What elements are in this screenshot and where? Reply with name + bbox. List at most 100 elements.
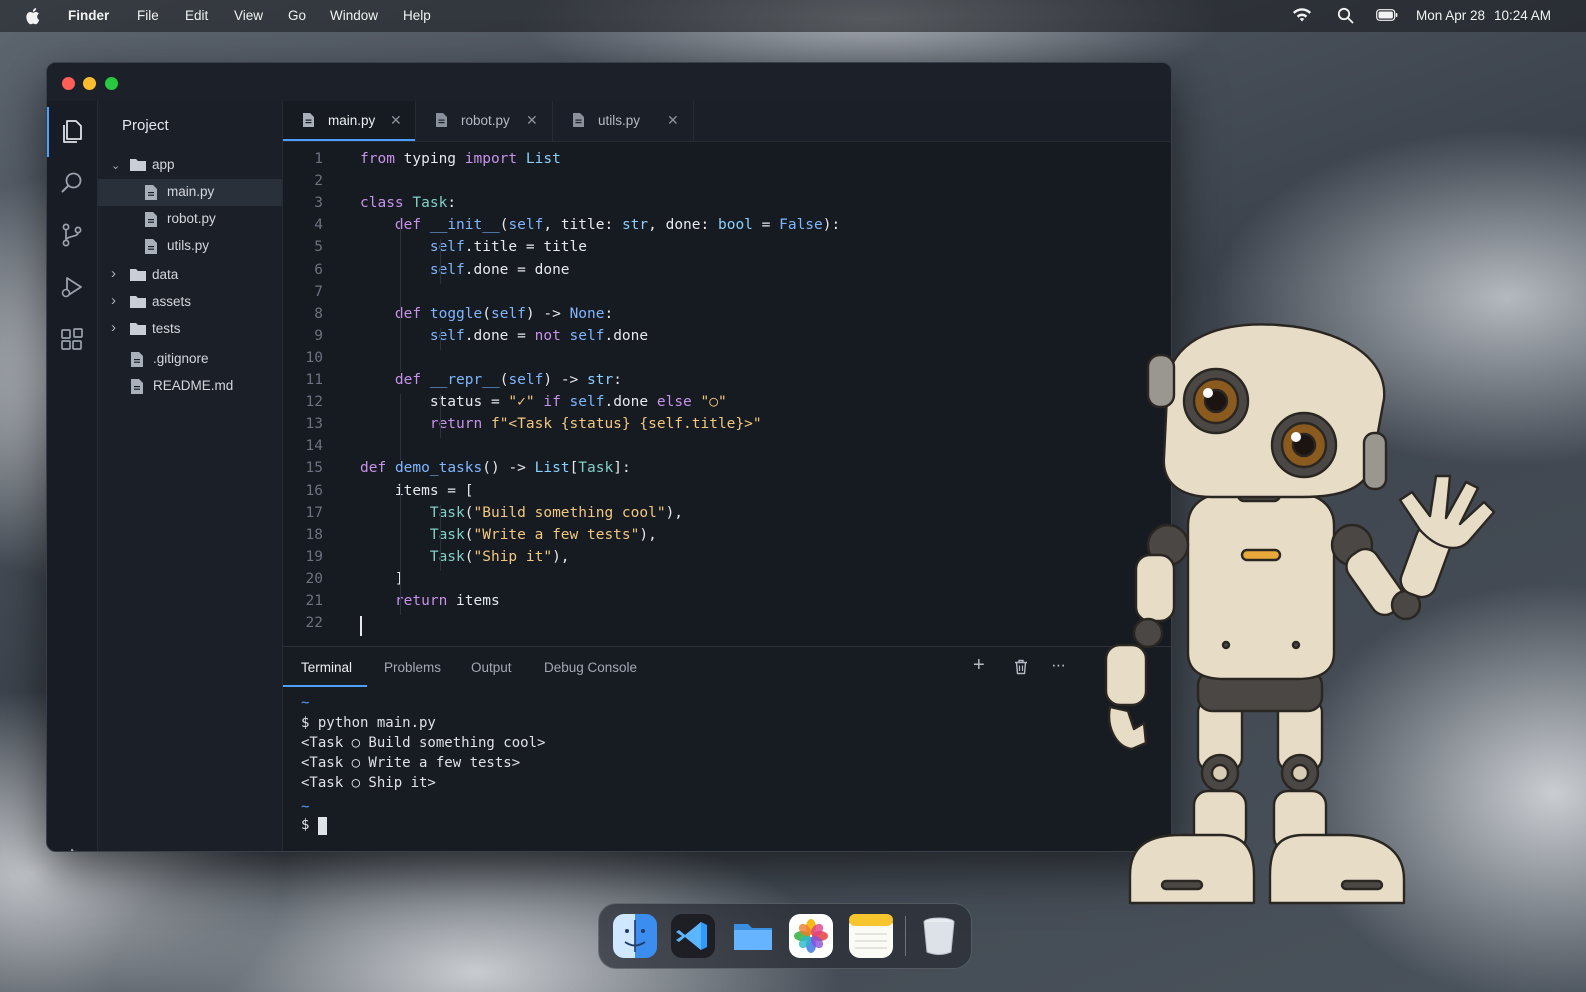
indent-guide — [440, 327, 441, 350]
more-actions-button[interactable]: ··· — [1051, 655, 1066, 675]
tree-file-readmemd[interactable]: README.md — [98, 373, 282, 400]
code-text: ] — [360, 570, 404, 587]
run-debug-icon[interactable] — [58, 273, 86, 301]
title-bar — [47, 63, 1171, 102]
chevron-right-icon[interactable]: › — [111, 319, 116, 336]
menu-date[interactable]: Mon Apr 28 — [1416, 8, 1485, 23]
minimize-window-button[interactable] — [83, 77, 96, 90]
menu-app-name[interactable]: Finder — [68, 8, 109, 23]
tree-item-label: assets — [152, 294, 192, 309]
tab-main-py[interactable]: main.py ✕ — [283, 101, 416, 141]
code-line: 18 Task("Write a few tests"), — [283, 527, 1171, 549]
delete-terminal-trash-icon[interactable] — [1014, 659, 1028, 675]
photos-flower-icon — [794, 919, 828, 953]
close-tab-icon[interactable]: ✕ — [390, 112, 402, 129]
code-line: 20 ] — [283, 571, 1171, 593]
new-terminal-button[interactable]: + — [973, 654, 985, 677]
code-editor-window: Project ⌄ app main.py robot.py utils.py › data… — [46, 62, 1172, 852]
line-number: 1 — [314, 151, 323, 167]
close-window-button[interactable] — [62, 77, 75, 90]
code-text: self.title = title — [429, 239, 587, 256]
menu-help[interactable]: Help — [403, 8, 431, 23]
panel-tab-terminal[interactable]: Terminal — [301, 660, 352, 675]
active-panel-indicator — [283, 685, 367, 687]
explorer-files-icon[interactable] — [58, 117, 86, 145]
wifi-icon[interactable] — [1292, 7, 1312, 23]
code-line: 9 self.done = not self.done — [283, 328, 1171, 350]
bottom-panel: Terminal Problems Output Debug Console +… — [283, 646, 1171, 851]
file-icon — [145, 239, 157, 254]
code-text: items = [ — [360, 482, 474, 499]
line-number: 4 — [314, 217, 323, 234]
panel-tab-output[interactable]: Output — [471, 660, 512, 675]
code-line: 14 — [283, 438, 1171, 460]
code-text: self.done = not self.done — [429, 327, 649, 344]
file-icon — [131, 352, 143, 367]
tree-folder-assets[interactable]: › assets — [98, 289, 282, 316]
terminal-output-line: <Task ○ Write a few tests> — [301, 755, 521, 771]
chevron-down-icon[interactable]: ⌄ — [111, 159, 120, 172]
chevron-right-icon[interactable]: › — [111, 265, 116, 282]
battery-icon[interactable] — [1376, 9, 1398, 21]
settings-gear-icon[interactable] — [59, 847, 85, 852]
line-number: 10 — [305, 349, 323, 366]
line-number: 6 — [314, 261, 323, 278]
panel-tab-debug-console[interactable]: Debug Console — [544, 660, 637, 675]
menu-view[interactable]: View — [234, 8, 263, 23]
extensions-icon[interactable] — [58, 325, 86, 353]
zoom-window-button[interactable] — [105, 77, 118, 90]
line-number: 18 — [305, 526, 323, 543]
tree-file-gitignore[interactable]: .gitignore — [98, 346, 282, 373]
tree-item-label: README.md — [153, 378, 234, 393]
tree-item-label: main.py — [167, 184, 215, 199]
finder-icon[interactable] — [613, 914, 657, 958]
vscode-icon[interactable] — [671, 914, 715, 958]
tree-folder-data[interactable]: › data — [98, 262, 282, 289]
code-text: Task("Write a few tests"), — [429, 526, 657, 543]
menu-file[interactable]: File — [137, 8, 159, 23]
tree-file-mainpy[interactable]: main.py — [98, 179, 282, 206]
menu-edit[interactable]: Edit — [185, 8, 208, 23]
code-line: 11 def __repr__(self) -> str: — [283, 372, 1171, 394]
close-tab-icon[interactable]: ✕ — [526, 112, 538, 129]
line-number: 3 — [314, 195, 323, 212]
tree-folder-tests[interactable]: › tests — [98, 316, 282, 343]
code-text: self.done = done — [429, 261, 570, 278]
robot-mascot-illustration — [1104, 323, 1496, 905]
line-number: 2 — [314, 173, 323, 190]
tab-robot-py[interactable]: robot.py ✕ — [416, 101, 553, 141]
code-line: 4 def __init__(self, title: str, done: b… — [283, 217, 1171, 239]
tree-file-utilspy[interactable]: utils.py — [98, 233, 282, 260]
file-explorer: Project ⌄ app main.py robot.py utils.py › data… — [98, 101, 283, 851]
code-text: def __repr__(self) -> str: — [394, 372, 622, 388]
menu-go[interactable]: Go — [288, 8, 306, 23]
files-folder-icon[interactable] — [731, 914, 775, 958]
apple-menu-icon[interactable] — [25, 7, 40, 25]
search-icon[interactable] — [58, 169, 86, 197]
code-text: Task("Ship it"), — [429, 548, 570, 565]
finder-face-icon — [624, 920, 646, 952]
terminal-prompt-path: ~ — [301, 799, 310, 815]
line-number: 14 — [305, 438, 323, 455]
active-tab-indicator — [283, 139, 415, 141]
spotlight-search-icon[interactable] — [1337, 7, 1354, 24]
line-number: 5 — [314, 239, 323, 256]
tree-file-robotpy[interactable]: robot.py — [98, 206, 282, 233]
tree-folder-app[interactable]: ⌄ app — [98, 152, 282, 179]
file-icon — [145, 185, 157, 200]
close-tab-icon[interactable]: ✕ — [667, 112, 679, 129]
chevron-right-icon[interactable]: › — [111, 292, 116, 309]
trash-icon[interactable] — [917, 914, 961, 958]
indent-guide — [400, 482, 401, 616]
notes-icon[interactable] — [849, 914, 893, 958]
tree-item-label: data — [152, 267, 179, 282]
photos-icon[interactable] — [789, 914, 833, 958]
code-line: 10 — [283, 350, 1171, 372]
menu-time[interactable]: 10:24 AM — [1494, 8, 1551, 23]
source-control-icon[interactable] — [58, 221, 86, 249]
code-line: 12 status = "✓" if self.done else "○" — [283, 394, 1171, 416]
code-line: 1 from typing import List — [283, 151, 1171, 173]
tab-utils-py[interactable]: utils.py ✕ — [553, 101, 694, 141]
panel-tab-problems[interactable]: Problems — [384, 660, 441, 675]
menu-window[interactable]: Window — [330, 8, 378, 23]
